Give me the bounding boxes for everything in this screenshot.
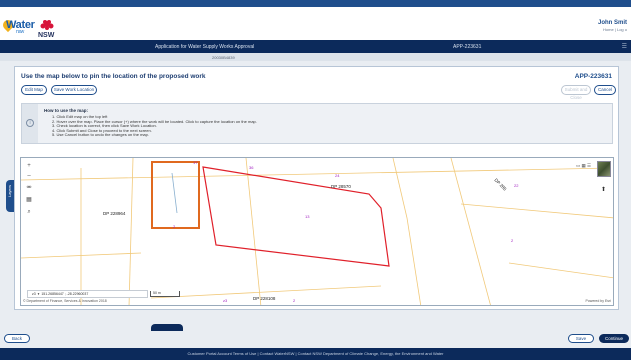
home-icon[interactable]: ⚮ [25,184,33,192]
footer-actions: Back Save Continue [0,332,631,346]
basemap-thumbnail[interactable] [597,161,611,177]
how-to-step: 5. Use Cancel button to undo the changes… [52,132,149,138]
lot-label: 17 [193,160,198,165]
sub-reference: 20030B4839 [212,55,235,60]
north-arrow-icon: ⬆ [601,187,607,193]
lot-label: z3 [223,298,228,303]
collapse-tab[interactable] [151,324,183,331]
cancel-button[interactable]: Cancel [594,85,616,95]
map-tools[interactable]: ▭ ▦ ☰ [576,163,591,169]
application-reference: APP-223631 [453,44,482,50]
save-button[interactable]: Save [568,334,594,343]
top-accent-bar [0,0,631,7]
save-work-location-button[interactable]: Save Work Location [51,85,97,95]
coordinate-value: 151.26856447 ; -28.22960037 [41,292,89,296]
powered-by-esri[interactable]: Powered by Esri [586,299,611,303]
application-bar: Application for Water Supply Works Appro… [0,40,631,53]
lot-label: 2 [173,224,176,229]
map-parcels[interactable] [21,158,614,306]
how-to-steps: 1. Click Edit map on the top left 2. Hov… [52,114,257,138]
zoom-out-icon[interactable]: – [25,172,33,180]
waternsw-logo[interactable]: Water nsw [6,19,35,35]
user-links[interactable]: Home | Log o [598,27,627,32]
dp-label: DP 28570 [331,184,351,189]
edit-map-button[interactable]: Edit Map [21,85,47,95]
search-icon[interactable]: ⌕ [25,208,33,216]
coordinate-readout[interactable]: z3 ▾ 151.26856447 ; -28.22960037 [27,290,148,298]
coordinate-zone[interactable]: z3 [32,292,36,296]
application-subbar: 20030B4839 [0,53,631,61]
map-copyright: © Department of Finance, Services & Inno… [23,299,107,303]
how-to-title: How to use the map: [44,108,89,113]
panel-reference: APP-223631 [574,73,612,80]
map-panel: Use the map below to pin the location of… [14,66,619,310]
how-to-sidebar: i [22,104,38,143]
lot-label: 24 [335,173,340,178]
expand-icon[interactable]: ☰ [622,43,627,50]
continue-button[interactable]: Continue [599,334,629,343]
lot-label: 22 [514,183,519,188]
lot-label: 2 [511,238,514,243]
site-footer[interactable]: Customer Portal Account Terms of Use | C… [0,348,631,360]
nsw-logo-text: NSW [38,32,55,39]
application-title: Application for Water Supply Works Appro… [155,44,255,50]
zoom-in-icon[interactable]: + [25,162,33,170]
site-header: Water nsw NSW John Smit Home | Log o [0,7,631,40]
lot-label: 2 [293,298,296,303]
map-canvas[interactable]: + – ⚮ ▦ ⌕ 17 36 24 22 13 2 z3 2 2 DP 285… [20,157,614,306]
info-icon: i [26,119,34,127]
back-button[interactable]: Back [4,334,30,343]
layers-side-tab[interactable]: Layers [6,180,14,212]
lot-label: 13 [305,214,310,219]
submit-and-close-button[interactable]: Submit and Close [561,85,591,100]
layers-icon[interactable]: ▦ [25,196,33,204]
panel-title: Use the map below to pin the location of… [21,73,206,80]
user-menu[interactable]: John Smit Home | Log o [598,20,627,32]
how-to-box: i How to use the map: 1. Click Edit map … [21,103,613,144]
scale-bar: 50 m [150,291,180,297]
lot-label: 36 [249,165,254,170]
dp-label: DP 228108 [253,296,276,301]
user-name[interactable]: John Smit [598,20,627,26]
dp-label: DP 228964 [103,211,126,216]
